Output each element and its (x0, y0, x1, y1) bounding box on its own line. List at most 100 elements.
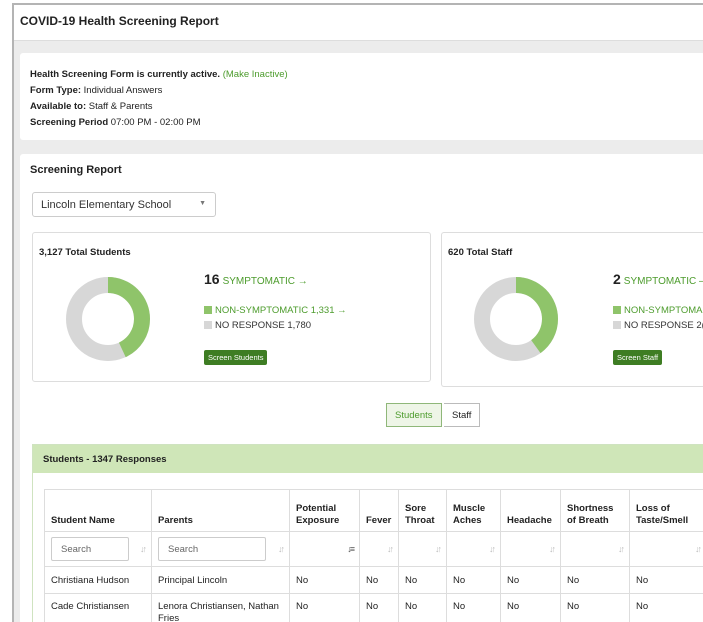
parents-search-input[interactable]: Search (158, 537, 266, 561)
filter-cell: ↓≡ (289, 531, 360, 567)
staff-symptomatic[interactable]: 2 SYMPTOMATIC – (613, 271, 703, 287)
school-select[interactable]: Lincoln Elementary School ▼ (32, 192, 216, 217)
sort-icon[interactable]: ↓↑ (618, 544, 625, 554)
period-label: Screening Period (30, 117, 109, 128)
sort-desc-icon[interactable]: ↓≡ (347, 544, 355, 554)
responses-panel: Students - 1347 Responses Student Name P… (32, 444, 703, 622)
cell-potential-exposure: No (289, 593, 360, 622)
responses-table: Student Name Parents Potential Exposure … (44, 489, 703, 622)
students-stat-card: 3,127 Total Students 16 SYMPTOMATIC → NON… (32, 232, 431, 382)
cell-shortness-of-breath: No (560, 593, 630, 622)
available-label: Available to: (30, 101, 87, 112)
sort-icon[interactable]: ↓↑ (489, 544, 496, 554)
filter-cell: Search ↓↑ (151, 531, 290, 567)
staff-no-response: NO RESPONSE 2( (613, 320, 703, 331)
col-potential-exposure[interactable]: Potential Exposure (289, 489, 360, 532)
form-type-line: Form Type: Individual Answers (30, 85, 162, 96)
filter-cell: ↓↑ (629, 531, 703, 567)
students-non-symptomatic[interactable]: NON-SYMPTOMATIC 1,331 → (204, 305, 347, 316)
students-toggle-button[interactable]: Students (386, 403, 442, 427)
staff-symptomatic-count: 2 (613, 271, 621, 287)
student-search-input[interactable]: Search (51, 537, 129, 561)
table-row[interactable]: Christiana Hudson Principal Lincoln No N… (44, 566, 703, 594)
form-status-line: Health Screening Form is currently activ… (30, 69, 288, 80)
cell-muscle-aches: No (446, 566, 501, 594)
cell-student-name: Christiana Hudson (44, 566, 152, 594)
gray-swatch-icon (204, 321, 212, 329)
filter-cell: ↓↑ (398, 531, 447, 567)
col-headache[interactable]: Headache (500, 489, 561, 532)
col-sore-throat[interactable]: Sore Throat (398, 489, 447, 532)
screen-students-button[interactable]: Screen Students (204, 350, 268, 365)
form-type-label: Form Type: (30, 85, 82, 96)
cell-loss-of-taste-smell: No (629, 566, 703, 594)
students-donut-chart (66, 277, 150, 361)
table-header-row: Student Name Parents Potential Exposure … (44, 489, 703, 532)
school-select-value: Lincoln Elementary School (41, 199, 172, 211)
cell-potential-exposure: No (289, 566, 360, 594)
students-no-response: NO RESPONSE 1,780 (204, 320, 311, 331)
staff-donut-chart (474, 277, 558, 361)
make-inactive-link[interactable]: (Make Inactive) (223, 69, 288, 80)
cell-sore-throat: No (398, 566, 447, 594)
col-fever[interactable]: Fever (359, 489, 399, 532)
cell-headache: No (500, 593, 561, 622)
students-non-symptomatic-label: NON-SYMPTOMATIC 1,331 → (215, 305, 347, 316)
cell-fever: No (359, 566, 399, 594)
cell-student-name: Cade Christiansen (44, 593, 152, 622)
col-parents[interactable]: Parents (151, 489, 290, 532)
top-bar: COVID-19 Health Screening Report (14, 5, 703, 41)
students-symptomatic[interactable]: 16 SYMPTOMATIC → (204, 271, 308, 287)
col-muscle-aches[interactable]: Muscle Aches (446, 489, 501, 532)
staff-total: 620 Total Staff (448, 247, 513, 258)
staff-stat-card: 620 Total Staff 2 SYMPTOMATIC – NON-SYMPT… (441, 232, 703, 387)
sort-icon[interactable]: ↓↑ (278, 544, 285, 554)
green-swatch-icon (613, 306, 621, 314)
cell-sore-throat: No (398, 593, 447, 622)
sort-icon[interactable]: ↓↑ (387, 544, 394, 554)
gray-swatch-icon (613, 321, 621, 329)
period-value: 07:00 PM - 02:00 PM (110, 117, 201, 128)
col-shortness-of-breath[interactable]: Shortness of Breath (560, 489, 630, 532)
students-symptomatic-count: 16 (204, 271, 220, 287)
sort-icon[interactable]: ↓↑ (435, 544, 442, 554)
responses-header: Students - 1347 Responses (33, 445, 703, 473)
chevron-down-icon: ▼ (199, 200, 206, 207)
table-row[interactable]: Cade Christiansen Lenora Christiansen, N… (44, 593, 703, 622)
available-line: Available to: Staff & Parents (30, 101, 153, 112)
staff-symptomatic-label: SYMPTOMATIC – (623, 276, 703, 287)
period-line: Screening Period 07:00 PM - 02:00 PM (30, 117, 201, 128)
available-value: Staff & Parents (88, 101, 153, 112)
sort-icon[interactable]: ↓↑ (140, 544, 147, 554)
cell-parents: Lenora Christiansen, Nathan Fries (151, 593, 290, 622)
staff-toggle-button[interactable]: Staff (444, 403, 481, 427)
col-loss-of-taste-smell[interactable]: Loss of Taste/Smell (629, 489, 703, 532)
cell-fever: No (359, 593, 399, 622)
page-title: COVID-19 Health Screening Report (20, 14, 219, 28)
sort-icon[interactable]: ↓↑ (549, 544, 556, 554)
green-swatch-icon (204, 306, 212, 314)
form-info-card: Health Screening Form is currently activ… (20, 53, 703, 140)
cell-muscle-aches: No (446, 593, 501, 622)
filter-cell: ↓↑ (359, 531, 399, 567)
report-heading: Screening Report (30, 164, 122, 176)
form-status-label: Health Screening Form is currently activ… (30, 69, 221, 80)
report-page: COVID-19 Health Screening Report Health … (12, 3, 703, 622)
filter-cell: ↓↑ (446, 531, 501, 567)
students-symptomatic-label: SYMPTOMATIC → (222, 276, 308, 287)
staff-non-symptomatic[interactable]: NON-SYMPTOMA (613, 305, 702, 316)
students-total: 3,127 Total Students (39, 247, 131, 258)
sort-icon[interactable]: ↓↑ (695, 544, 702, 554)
cell-headache: No (500, 566, 561, 594)
cell-loss-of-taste-smell: No (629, 593, 703, 622)
staff-non-symptomatic-label: NON-SYMPTOMA (624, 305, 703, 316)
cell-shortness-of-breath: No (560, 566, 630, 594)
cell-parents: Principal Lincoln (151, 566, 290, 594)
staff-no-response-label: NO RESPONSE 2( (624, 320, 703, 331)
col-student-name[interactable]: Student Name (44, 489, 152, 532)
screen-staff-button[interactable]: Screen Staff (613, 350, 663, 365)
filter-cell: ↓↑ (500, 531, 561, 567)
filter-row: Search ↓↑ Search ↓↑ ↓≡ ↓↑ ↓↑ ↓↑ ↓↑ ↓↑ ↓↑ (44, 531, 703, 567)
filter-cell: ↓↑ (560, 531, 630, 567)
screening-report-card: Screening Report Lincoln Elementary Scho… (20, 154, 703, 622)
